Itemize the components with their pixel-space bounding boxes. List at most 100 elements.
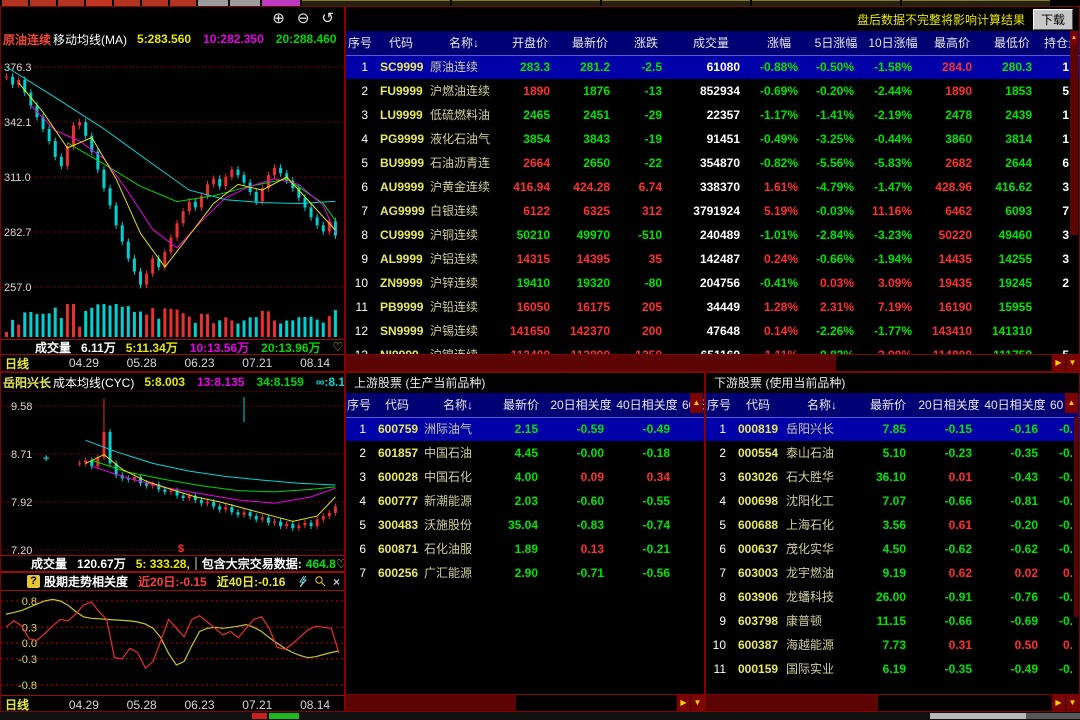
table-row[interactable]: 4000698沈阳化工7.07-0.66-0.81-0. — [706, 489, 1079, 513]
horizontal-scrollbar[interactable]: ▶ ▼ — [346, 354, 1079, 371]
scrollbar-track[interactable] — [516, 695, 676, 711]
column-header[interactable]: 5日涨幅 — [808, 31, 864, 55]
column-header[interactable]: 10日涨幅 — [864, 31, 922, 55]
scroll-down-button[interactable]: ▼ — [690, 695, 704, 711]
table-row[interactable]: 3LU9999低硫燃料油24652451-2922357-1.17%-1.41%… — [346, 103, 1079, 127]
column-header[interactable]: 名称↓ — [428, 31, 500, 55]
table-row[interactable]: 10600387海越能源7.730.310.500. — [706, 633, 1079, 657]
include-block-trades-label: 包含大宗交易数据: — [202, 555, 302, 572]
table-row[interactable]: 11000159国际实业6.19-0.35-0.49-0. — [706, 657, 1079, 681]
scroll-up-button[interactable]: ▲ — [1065, 393, 1078, 413]
column-header[interactable]: 序号 — [346, 31, 374, 55]
table-row[interactable]: 7600256广汇能源2.90-0.71-0.56 — [346, 561, 704, 585]
table-row[interactable]: 9603798康普顿11.15-0.66-0.69-0. — [706, 609, 1079, 633]
scroll-right-button[interactable]: ▶ — [1051, 355, 1065, 371]
stock-candlestick-chart[interactable]: 9.588.717.927.20$+ — [1, 392, 344, 555]
scrollbar-thumb[interactable] — [346, 355, 836, 371]
column-header[interactable]: 最高价 — [922, 31, 982, 55]
column-header[interactable]: 名称↓ — [784, 393, 860, 417]
table-row[interactable]: 4600777新潮能源2.03-0.60-0.55 — [346, 489, 704, 513]
table-row[interactable]: 3600028中国石化4.000.090.34 — [346, 465, 704, 489]
column-header[interactable]: 代码 — [374, 31, 428, 55]
table-row[interactable]: 2601857中国石油4.45-0.00-0.18 — [346, 441, 704, 465]
column-header[interactable]: 代码 — [372, 393, 422, 417]
table-row[interactable]: 1000819岳阳兴长7.85-0.15-0.16-0. — [706, 417, 1079, 441]
column-header[interactable]: 涨跌 — [620, 31, 672, 55]
column-header[interactable]: 名称↓ — [422, 393, 494, 417]
magnifier-icon[interactable] — [314, 575, 327, 588]
vertical-scrollbar[interactable]: ▲ — [1070, 31, 1078, 355]
scroll-up-button[interactable]: ▲ — [690, 393, 703, 413]
table-row[interactable]: 7603003龙宇燃油9.190.620.020. — [706, 561, 1079, 585]
column-header[interactable]: 持仓量 — [1042, 31, 1071, 55]
favorite-heart-icon[interactable]: ♡ — [333, 341, 344, 353]
table-row[interactable]: 5600688上海石化3.560.61-0.20-0. — [706, 513, 1079, 537]
scrollbar-thumb[interactable] — [706, 695, 878, 711]
scroll-down-button[interactable]: ▼ — [1065, 695, 1079, 711]
scroll-up-button[interactable]: ▲ — [1070, 31, 1078, 45]
column-header[interactable]: 最新价 — [860, 393, 916, 417]
column-header[interactable]: 序号 — [346, 393, 372, 417]
table-row[interactable]: 6600871石化油服1.890.13-0.21 — [346, 537, 704, 561]
chart-zoom-toolbar: ⊕ ⊖ ↺ — [1, 7, 344, 29]
table-row[interactable]: 1SC9999原油连续283.3281.2-2.561080-0.88%-0.5… — [346, 55, 1079, 79]
table-row[interactable]: 4PG9999液化石油气38543843-1991451-0.49%-3.25%… — [346, 127, 1079, 151]
table-row[interactable]: 8CU9999沪铜连续5021049970-510240489-1.01%-2.… — [346, 223, 1079, 247]
undo-icon[interactable]: ↺ — [321, 11, 334, 26]
cell-value: 2.03 — [494, 489, 548, 513]
column-header[interactable]: 涨幅 — [750, 31, 808, 55]
table-row[interactable]: 3603026石大胜华36.100.01-0.43-0. — [706, 465, 1079, 489]
scrollbar-thumb[interactable] — [346, 695, 516, 711]
close-icon[interactable]: × — [333, 575, 340, 589]
column-header[interactable]: 最新价 — [494, 393, 548, 417]
instrument-name-link[interactable]: 原油连续 — [3, 31, 51, 48]
help-question-icon[interactable]: ? — [27, 575, 40, 588]
table-row[interactable]: 5BU9999石油沥青连26642650-22354870-0.82%-5.56… — [346, 151, 1079, 175]
column-header[interactable]: 40日相关度 — [614, 393, 680, 417]
scroll-down-button[interactable]: ▼ — [1065, 355, 1079, 371]
horizontal-scrollbar[interactable]: ▶ ▼ — [706, 694, 1079, 711]
table-row[interactable]: 8603906龙蟠科技26.00-0.91-0.76-0. — [706, 585, 1079, 609]
favorite-heart-icon[interactable]: ♡ — [336, 558, 344, 570]
column-header[interactable]: 40日相关度 — [982, 393, 1048, 417]
table-row[interactable]: 6000637茂化实华4.50-0.62-0.62-0. — [706, 537, 1079, 561]
column-header[interactable]: 最新价 — [560, 31, 620, 55]
column-header[interactable]: 20日相关度 — [916, 393, 982, 417]
table-row[interactable]: 1600759洲际油气2.15-0.59-0.49 — [346, 417, 704, 441]
table-row[interactable]: 11PB9999沪铅连续1605016175205344491.28%2.31%… — [346, 295, 1079, 319]
zoom-out-icon[interactable]: ⊖ — [297, 11, 310, 26]
period-label[interactable]: 日线 — [1, 355, 55, 372]
period-label[interactable]: 日线 — [1, 696, 55, 712]
crude-oil-candlestick-chart[interactable]: 376.3342.1311.0282.7257.0 — [1, 49, 344, 339]
cell-value: -0.20% — [808, 79, 864, 103]
vertical-scrollbar[interactable] — [1074, 417, 1078, 617]
column-header[interactable]: 20日相关度 — [548, 393, 614, 417]
download-button[interactable]: 下载 — [1033, 9, 1073, 30]
scroll-right-button[interactable]: ▶ — [1051, 695, 1065, 711]
column-header[interactable]: 代码 — [732, 393, 784, 417]
table-row[interactable]: 9AL9999沪铝连续1431514395351424870.24%-0.66%… — [346, 247, 1079, 271]
scrollbar-track[interactable] — [878, 695, 1051, 711]
column-header[interactable]: 成交量 — [672, 31, 750, 55]
column-header[interactable]: 开盘价 — [500, 31, 560, 55]
correlation-line-chart[interactable]: 0.80.30.0-0.3-0.8 — [1, 591, 344, 695]
scrollbar-thumb[interactable] — [1070, 45, 1078, 235]
cell-value: 1.61% — [750, 175, 808, 199]
column-header[interactable]: 最低价 — [982, 31, 1042, 55]
table-row[interactable]: 10ZN9999沪锌连续1941019320-80204756-0.41%0.0… — [346, 271, 1079, 295]
horizontal-scrollbar[interactable]: ▶ ▼ — [346, 694, 704, 711]
table-row[interactable]: 2FU9999沪燃油连续18901876-13852934-0.69%-0.20… — [346, 79, 1079, 103]
flash-icon[interactable] — [297, 575, 308, 588]
table-row[interactable]: 7AG9999白银连续6122632531237919245.19%-0.03%… — [346, 199, 1079, 223]
table-row[interactable]: 12SN9999沪锡连续141650142370200476480.14%-2.… — [346, 319, 1079, 343]
column-header[interactable]: 序号 — [706, 393, 732, 417]
include-block-trades-checkbox[interactable] — [195, 557, 197, 570]
table-row[interactable]: 5300483沃施股份35.04-0.83-0.74 — [346, 513, 704, 537]
zoom-in-icon[interactable]: ⊕ — [272, 11, 285, 26]
scrollbar-track[interactable] — [836, 355, 1051, 371]
table-row[interactable]: 2000554泰山石油5.10-0.23-0.35-0. — [706, 441, 1079, 465]
scroll-right-button[interactable]: ▶ — [676, 695, 690, 711]
table-row[interactable]: 6AU9999沪黄金连续416.94424.286.743383701.61%-… — [346, 175, 1079, 199]
stock-code: FU9999 — [374, 79, 428, 103]
stock-name-link[interactable]: 岳阳兴长 — [3, 374, 51, 391]
